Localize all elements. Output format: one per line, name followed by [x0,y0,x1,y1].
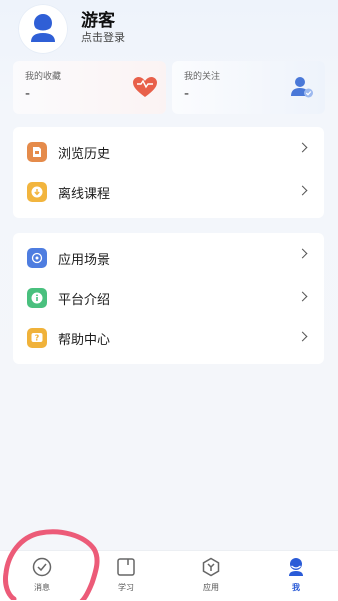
profile-icon [289,558,303,576]
user-follow-icon [291,77,313,98]
avatar[interactable] [18,4,68,54]
apps-icon [202,557,220,577]
following-card[interactable]: 我的关注 - [172,61,325,114]
chevron-right-icon [297,185,308,196]
study-icon [117,558,135,576]
menu-label-platform-intro: 平台介绍 [58,293,111,308]
login-link[interactable]: 点击登录 [81,29,125,45]
stats-row: 我的收藏 - 我的关注 - [13,61,325,114]
svg-text:?: ? [35,334,40,343]
chevron-right-icon [297,291,308,302]
menu-label-history: 浏览历史 [58,147,111,162]
help-icon: ? [27,328,47,348]
menu-label-offline-courses: 离线课程 [58,187,111,202]
tab-apps[interactable]: 应用 [169,551,253,601]
menu-item-help-center[interactable]: ? 帮助中心 [13,319,324,357]
following-label: 我的关注 [184,72,221,82]
menu-card-platform: 应用场景 平台介绍 ? 帮助中心 [13,233,324,364]
annotation-circle [3,529,100,600]
chevron-right-icon [297,248,308,259]
chevron-right-icon [297,331,308,342]
menu-item-scenarios[interactable]: 应用场景 [13,239,324,277]
favorites-card[interactable]: 我的收藏 - [13,61,166,114]
history-icon [27,142,47,162]
tab-me[interactable]: 我 [254,551,338,601]
user-avatar-icon [31,14,55,42]
tab-label-apps: 应用 [203,583,219,592]
following-count: - [184,86,190,102]
menu-card-history: 浏览历史 离线课程 [13,127,324,218]
menu-label-scenarios: 应用场景 [58,253,111,268]
menu-item-platform-intro[interactable]: 平台介绍 [13,279,324,317]
profile-header[interactable]: 游客 点击登录 [0,0,338,58]
favorites-count: - [25,86,31,102]
info-icon [27,288,47,308]
heart-icon [133,77,157,97]
tab-label-me: 我 [292,583,300,592]
menu-item-history[interactable]: 浏览历史 [13,133,324,171]
username[interactable]: 游客 [81,6,115,31]
favorites-label: 我的收藏 [25,72,62,82]
menu-item-offline-courses[interactable]: 离线课程 [13,173,324,211]
scene-icon [27,248,47,268]
chevron-right-icon [297,142,308,153]
download-icon [27,182,47,202]
menu-label-help-center: 帮助中心 [58,333,111,348]
